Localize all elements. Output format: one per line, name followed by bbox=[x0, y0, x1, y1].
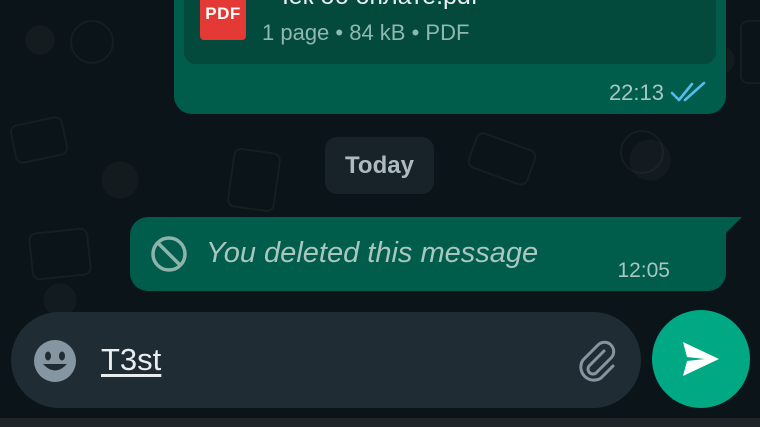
wallpaper-doodle bbox=[70, 20, 114, 64]
document-card[interactable]: PDF Чек об оплате.pdf 1 page • 84 kB • P… bbox=[184, 0, 716, 64]
wallpaper-doodle bbox=[226, 146, 282, 214]
ban-icon bbox=[151, 236, 187, 272]
message-time: 22:13 bbox=[608, 80, 664, 105]
date-divider: Today bbox=[325, 137, 434, 194]
message-composer bbox=[11, 312, 641, 408]
chat-view: PDF Чек об оплате.pdf 1 page • 84 kB • P… bbox=[0, 0, 760, 427]
pdf-file-icon: PDF bbox=[200, 0, 246, 40]
document-message-bubble[interactable]: PDF Чек об оплате.pdf 1 page • 84 kB • P… bbox=[174, 0, 726, 114]
wallpaper-doodle bbox=[27, 226, 93, 282]
deleted-message-text: You deleted this message bbox=[206, 237, 539, 269]
navigation-bar bbox=[0, 418, 760, 427]
emoji-icon[interactable] bbox=[33, 339, 77, 383]
message-time: 12:05 bbox=[617, 259, 670, 282]
document-meta: 1 page • 84 kB • PDF bbox=[262, 20, 470, 45]
wallpaper-doodle bbox=[740, 20, 760, 84]
paperclip-icon[interactable] bbox=[573, 337, 619, 383]
send-button[interactable] bbox=[652, 310, 750, 408]
send-icon bbox=[683, 342, 719, 376]
message-input[interactable] bbox=[101, 338, 541, 382]
double-check-read-icon bbox=[670, 81, 706, 102]
deleted-message-bubble[interactable]: You deleted this message 12:05 bbox=[130, 217, 726, 291]
wallpaper-doodle bbox=[465, 130, 539, 188]
wallpaper-doodle bbox=[620, 130, 664, 174]
wallpaper-doodle bbox=[8, 114, 70, 166]
document-file-name: Чек об оплате.pdf bbox=[272, 0, 478, 11]
